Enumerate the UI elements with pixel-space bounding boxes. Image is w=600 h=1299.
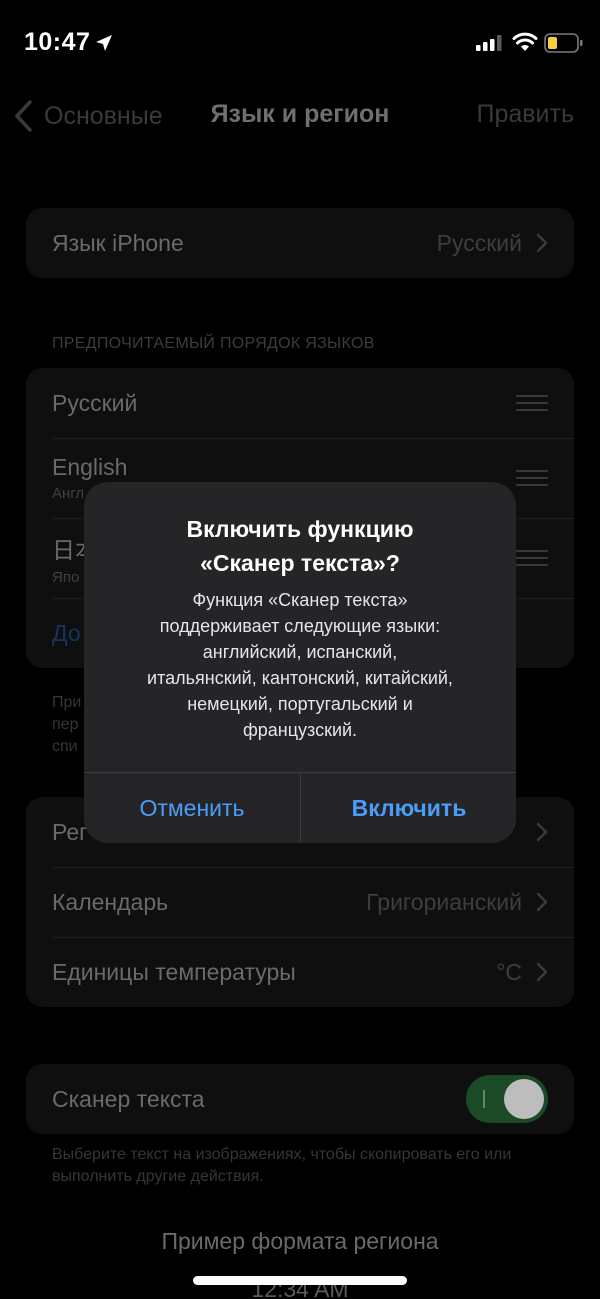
alert-message-line: немецкий, португальский и — [187, 694, 413, 714]
alert-title: Включить функцию «Сканер текста»? — [84, 512, 516, 580]
drag-handle-icon[interactable] — [516, 395, 548, 411]
language-row-russian[interactable]: Русский — [26, 368, 574, 438]
drag-handle-icon[interactable] — [516, 470, 548, 486]
temperature-label: Единицы температуры — [52, 958, 296, 985]
alert-message-line: поддерживает следующие языки: — [159, 616, 441, 636]
calendar-cell[interactable]: Календарь Григорианский — [26, 867, 574, 937]
alert-title-line: «Сканер текста»? — [200, 550, 400, 576]
status-bar: 10:47 — [0, 0, 600, 88]
toggle-knob — [504, 1079, 544, 1119]
temperature-value: °C — [496, 958, 522, 985]
toggle-on-mark — [483, 1090, 485, 1108]
iphone-language-label: Язык iPhone — [52, 229, 184, 256]
region-example-title: Пример формата региона — [161, 1228, 439, 1254]
live-text-group: Сканер текста — [26, 1064, 574, 1134]
iphone-language-cell[interactable]: Язык iPhone Русский — [26, 208, 574, 278]
preferred-languages-footnote: При пер спи — [52, 692, 81, 758]
alert-message-line: Функция «Сканер текста» — [192, 590, 408, 610]
alert-title-line: Включить функцию — [186, 516, 414, 542]
live-text-toggle[interactable] — [466, 1075, 548, 1123]
alert-message: Функция «Сканер текста» поддерживает сле… — [84, 587, 516, 743]
footnote-line: При — [52, 694, 82, 711]
iphone-language-value: Русский — [436, 229, 522, 256]
alert-message-line: итальянский, кантонский, китайский, — [147, 668, 453, 688]
language-name: English — [52, 454, 128, 480]
location-arrow-icon — [96, 35, 112, 51]
chevron-right-icon — [536, 822, 548, 842]
home-indicator[interactable] — [193, 1276, 407, 1285]
live-text-footnote: Выберите текст на изображениях, чтобы ск… — [52, 1146, 512, 1185]
drag-handle-icon[interactable] — [516, 550, 548, 566]
alert-enable-button[interactable]: Включить — [301, 773, 516, 843]
battery-icon — [544, 33, 583, 53]
language-name: Русский — [52, 389, 138, 416]
live-text-label: Сканер текста — [52, 1085, 205, 1112]
alert-message-line: английский, испанский, — [202, 642, 398, 662]
iphone-language-group: Язык iPhone Русский — [26, 208, 574, 278]
chevron-right-icon — [536, 892, 548, 912]
temperature-cell[interactable]: Единицы температуры °C — [26, 937, 574, 1007]
preferred-languages-header: ПРЕДПОЧИТАЕМЫЙ ПОРЯДОК ЯЗЫКОВ — [52, 335, 375, 352]
cellular-signal-icon — [476, 35, 502, 51]
calendar-label: Календарь — [52, 888, 169, 915]
wifi-icon — [512, 32, 538, 51]
alert-message-line: французский. — [242, 720, 358, 740]
live-text-alert: Включить функцию «Сканер текста»? Функци… — [84, 482, 516, 843]
screen: 10:47 Основные Язык и регион Править Язы… — [0, 0, 600, 1299]
region-label: Рег — [52, 818, 88, 845]
chevron-right-icon — [536, 962, 548, 982]
chevron-right-icon — [536, 233, 548, 253]
live-text-cell: Сканер текста — [26, 1064, 574, 1134]
edit-button[interactable]: Править — [477, 100, 575, 129]
footnote-line: пер — [52, 716, 79, 733]
calendar-value: Григорианский — [366, 888, 522, 915]
add-language-label: До — [52, 619, 81, 646]
alert-cancel-button[interactable]: Отменить — [84, 773, 300, 843]
status-time: 10:47 — [24, 28, 91, 56]
footnote-line: спи — [52, 738, 78, 755]
